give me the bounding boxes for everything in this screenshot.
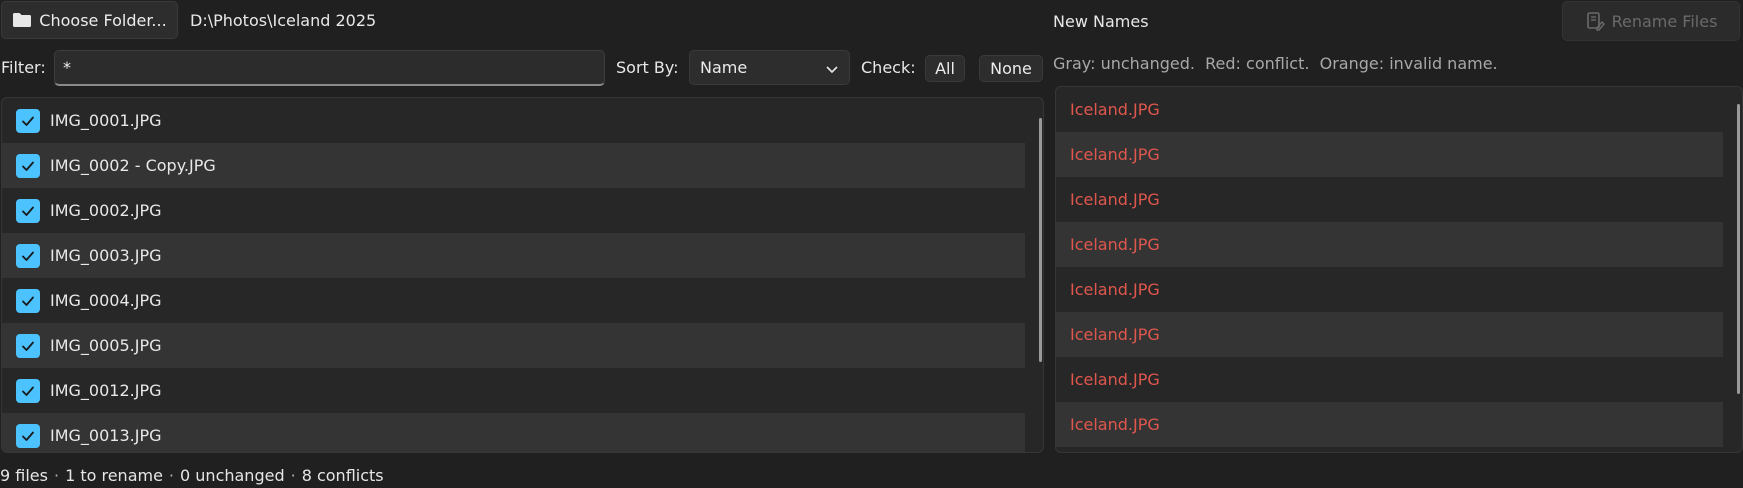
status-conflicts: 8 conflicts [301,466,384,485]
checkmark-icon [22,431,34,441]
new-name-text: Iceland.JPG [1070,415,1160,434]
file-name: IMG_0012.JPG [50,381,162,400]
checkmark-icon [22,386,34,396]
checkmark-icon [22,341,34,351]
new-name-text: Iceland.JPG [1070,325,1160,344]
file-name: IMG_0013.JPG [50,426,162,445]
sort-by-select[interactable]: Name [689,50,850,85]
status-separator: · [168,466,175,485]
file-list-item[interactable]: IMG_0005.JPG [2,323,1025,368]
check-all-label: All [935,59,955,78]
new-name-text: Iceland.JPG [1070,100,1160,119]
new-name-text: Iceland.JPG [1070,145,1160,164]
new-name-text: Iceland.JPG [1070,190,1160,209]
check-none-label: None [990,59,1032,78]
folder-icon [12,12,32,28]
file-name: IMG_0003.JPG [50,246,162,265]
rename-icon [1585,11,1605,31]
checkmark-icon [22,296,34,306]
new-name-item: Iceland.JPG [1056,87,1723,132]
new-name-item: Iceland.JPG [1056,312,1723,357]
file-checkbox[interactable] [16,153,40,178]
file-list-item[interactable]: IMG_0004.JPG [2,278,1025,323]
file-name: IMG_0002.JPG [50,201,162,220]
check-none-button[interactable]: None [979,55,1043,82]
new-name-text: Iceland.JPG [1070,370,1160,389]
checkmark-icon [22,206,34,216]
file-checkbox[interactable] [16,198,40,223]
file-checkbox[interactable] [16,378,40,403]
new-name-item: Iceland.JPG [1056,402,1723,447]
checkmark-icon [22,161,34,171]
file-list-item[interactable]: IMG_0002 - Copy.JPG [2,143,1025,188]
file-checkbox[interactable] [16,288,40,313]
file-name: IMG_0002 - Copy.JPG [50,156,216,175]
file-list-item[interactable]: IMG_0001.JPG [2,98,1025,143]
file-name: IMG_0005.JPG [50,336,162,355]
file-list-item[interactable]: IMG_0012.JPG [2,368,1025,413]
check-all-button[interactable]: All [925,55,965,82]
new-name-item: Iceland.JPG [1056,132,1723,177]
check-label: Check: [861,58,916,77]
filter-input[interactable] [54,50,605,86]
status-file-count: 9 files [0,466,48,485]
file-list-scrollbar[interactable] [1039,118,1042,362]
sort-by-label: Sort By: [616,58,679,77]
file-checkbox[interactable] [16,423,40,448]
file-checkbox[interactable] [16,108,40,133]
new-names-scrollbar[interactable] [1737,104,1740,394]
new-names-heading: New Names [1053,12,1149,31]
checkmark-icon [22,116,34,126]
new-name-text: Iceland.JPG [1070,280,1160,299]
choose-folder-button[interactable]: Choose Folder... [1,1,178,39]
file-list-item[interactable]: IMG_0013.JPG [2,413,1025,452]
chevron-down-icon [825,61,839,80]
status-separator: · [290,466,296,485]
new-name-item: Iceland.JPG [1056,222,1723,267]
new-name-item: Iceland.JPG [1056,357,1723,402]
new-names-list[interactable]: Iceland.JPG Iceland.JPG Iceland.JPG Iceland… [1055,86,1743,453]
file-checkbox[interactable] [16,333,40,358]
filter-label: Filter: [1,58,46,77]
status-unchanged: 0 unchanged [180,466,285,485]
file-list-item[interactable]: IMG_0002.JPG [2,188,1025,233]
new-name-item: Iceland.JPG [1056,177,1723,222]
file-list[interactable]: IMG_0001.JPG IMG_0002 - Copy.JPG IMG_0002.… [1,97,1044,453]
file-checkbox[interactable] [16,243,40,268]
status-bar: 9 files · 1 to rename · 0 unchanged · 8 confli… [0,466,384,485]
legend-text: Gray: unchanged. Red: conflict. Orange: … [1053,54,1498,73]
file-list-item[interactable]: IMG_0003.JPG [2,233,1025,278]
rename-files-button[interactable]: Rename Files [1562,1,1740,41]
status-to-rename: 1 to rename [65,466,163,485]
file-name: IMG_0004.JPG [50,291,162,310]
new-name-text: Iceland.JPG [1070,235,1160,254]
choose-folder-label: Choose Folder... [39,10,167,30]
sort-by-value: Name [700,58,748,77]
new-name-item: Iceland.JPG [1056,267,1723,312]
checkmark-icon [22,251,34,261]
folder-path: D:\Photos\Iceland 2025 [190,11,377,30]
rename-files-label: Rename Files [1611,11,1718,31]
file-name: IMG_0001.JPG [50,111,162,130]
status-separator: · [53,466,60,485]
